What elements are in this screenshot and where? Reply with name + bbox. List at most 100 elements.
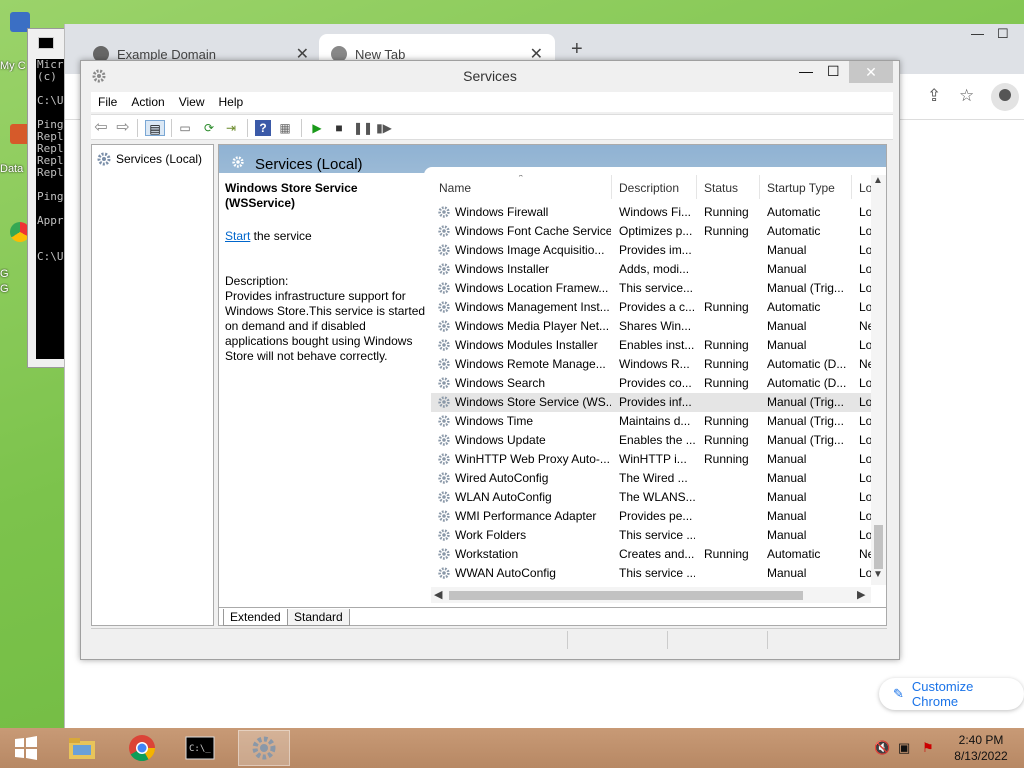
- cell-startup: Manual: [767, 509, 807, 523]
- cell-status: Running: [704, 452, 749, 466]
- cell-description: Provides a c...: [619, 300, 695, 314]
- table-row[interactable]: Wired AutoConfig The Wired ... Manual Lo: [431, 469, 871, 488]
- network-icon[interactable]: ▣: [898, 740, 910, 756]
- table-row[interactable]: Windows Installer Adds, modi... Manual Lo: [431, 260, 871, 279]
- tree-item-services-local[interactable]: Services (Local): [96, 151, 202, 167]
- horizontal-scrollbar[interactable]: ◀ ▶: [431, 587, 871, 603]
- cell-name: Windows Font Cache Service: [455, 224, 611, 238]
- start-service-link[interactable]: Start: [225, 229, 250, 243]
- scroll-thumb[interactable]: [449, 591, 803, 600]
- maximize-icon[interactable]: ☐: [827, 63, 840, 80]
- table-row[interactable]: Windows Media Player Net... Shares Win...…: [431, 317, 871, 336]
- volume-muted-icon[interactable]: 🔇: [874, 740, 890, 756]
- cmd-window[interactable]: Micr (c) C:\U Ping Repl Repl Repl Repl Ping Appr C…: [27, 28, 68, 368]
- clock-time: 2:40 PM: [958, 733, 1004, 747]
- minimize-icon[interactable]: —: [971, 26, 984, 41]
- table-row[interactable]: Windows Image Acquisitio... Provides im..…: [431, 241, 871, 260]
- menu-file[interactable]: File: [98, 95, 117, 109]
- new-tab-button[interactable]: +: [571, 38, 583, 61]
- cell-startup: Manual (Trig...: [767, 414, 844, 428]
- minimize-icon[interactable]: —: [799, 63, 813, 79]
- cell-name: Wired AutoConfig: [455, 471, 549, 485]
- start-service-icon[interactable]: ▶: [309, 120, 325, 136]
- back-arrow-icon[interactable]: ⇦: [93, 120, 109, 136]
- table-row[interactable]: Windows Search Provides co... Running Autom…: [431, 374, 871, 393]
- scroll-down-icon[interactable]: ▼: [873, 569, 883, 580]
- table-row[interactable]: Windows Management Inst... Provides a c..…: [431, 298, 871, 317]
- refresh-icon[interactable]: ⟳: [201, 120, 217, 136]
- share-icon[interactable]: ⇪: [927, 86, 941, 106]
- column-header-description[interactable]: Description: [619, 181, 679, 195]
- scroll-up-icon[interactable]: ▲: [873, 175, 883, 186]
- cell-status: Running: [704, 338, 749, 352]
- table-row[interactable]: WinHTTP Web Proxy Auto-... WinHTTP i... Ru…: [431, 450, 871, 469]
- chrome-taskbar-item[interactable]: [116, 730, 168, 766]
- gear-icon: [437, 281, 451, 295]
- column-header-startup-type[interactable]: Startup Type: [767, 181, 835, 195]
- customize-chrome-button[interactable]: ✎ Customize Chrome: [879, 678, 1024, 710]
- export-list-icon[interactable]: ⇥: [223, 120, 239, 136]
- scroll-thumb[interactable]: [874, 525, 883, 569]
- column-header-status[interactable]: Status: [704, 181, 738, 195]
- table-row[interactable]: Windows Remote Manage... Windows R... Runn…: [431, 355, 871, 374]
- properties-icon[interactable]: ▭: [177, 120, 193, 136]
- system-clock[interactable]: 2:40 PM 8/13/2022: [950, 732, 1012, 764]
- menu-action[interactable]: Action: [131, 95, 164, 109]
- cmd-taskbar-item[interactable]: C:\_: [174, 730, 226, 766]
- tab-extended[interactable]: Extended: [223, 609, 288, 626]
- menu-help[interactable]: Help: [219, 95, 244, 109]
- table-row[interactable]: Work Folders This service ... Manual Lo: [431, 526, 871, 545]
- console-tree-icon[interactable]: ▤: [145, 120, 165, 136]
- cell-description: The WLANS...: [619, 490, 695, 504]
- file-explorer-taskbar-item[interactable]: [56, 730, 108, 766]
- gear-icon: [437, 395, 451, 409]
- cell-startup: Manual (Trig...: [767, 433, 844, 447]
- tab-standard[interactable]: Standard: [287, 609, 350, 626]
- description-text: Provides infrastructure support for Wind…: [225, 289, 426, 363]
- table-row[interactable]: Windows Store Service (WS... Provides inf…: [431, 393, 871, 412]
- gear-icon: [437, 433, 451, 447]
- menu-view[interactable]: View: [179, 95, 205, 109]
- table-row[interactable]: Windows Update Enables the ... Running Manu…: [431, 431, 871, 450]
- stop-service-icon[interactable]: ■: [331, 120, 347, 136]
- table-row[interactable]: Windows Font Cache Service Optimizes p...…: [431, 222, 871, 241]
- scroll-right-icon[interactable]: ▶: [857, 588, 865, 601]
- cell-startup: Manual: [767, 490, 807, 504]
- chrome-icon: [129, 735, 156, 762]
- bookmark-star-icon[interactable]: ☆: [959, 86, 974, 106]
- cell-name: WWAN AutoConfig: [455, 566, 556, 580]
- cell-startup: Automatic: [767, 205, 821, 219]
- start-button[interactable]: [0, 730, 52, 766]
- table-row[interactable]: Windows Firewall Windows Fi... Running Auto…: [431, 203, 871, 222]
- maximize-icon[interactable]: ☐: [997, 26, 1009, 42]
- table-row[interactable]: WMI Performance Adapter Provides pe... Man…: [431, 507, 871, 526]
- services-pane: Services (Local) Windows Store Service (…: [218, 144, 887, 626]
- cell-logon: Lo: [859, 262, 871, 276]
- scroll-left-icon[interactable]: ◀: [434, 588, 442, 601]
- gear-icon: [437, 338, 451, 352]
- column-header-name[interactable]: Name: [439, 181, 471, 195]
- cell-description: This service ...: [619, 528, 695, 542]
- table-row[interactable]: Windows Location Framew... This service..…: [431, 279, 871, 298]
- profile-avatar[interactable]: [991, 83, 1019, 111]
- show-hide-icon[interactable]: ▦: [277, 120, 293, 136]
- table-row[interactable]: Windows Time Maintains d... Running Manual …: [431, 412, 871, 431]
- vertical-scrollbar[interactable]: ▲ ▼: [871, 175, 886, 585]
- table-row[interactable]: Workstation Creates and... Running Automati…: [431, 545, 871, 564]
- action-center-icon[interactable]: ⚑: [922, 740, 934, 756]
- cell-logon: Lo: [859, 224, 871, 238]
- table-row[interactable]: Windows Modules Installer Enables inst...…: [431, 336, 871, 355]
- forward-arrow-icon[interactable]: ⇨: [115, 120, 131, 136]
- cell-startup: Automatic: [767, 300, 821, 314]
- restart-service-icon[interactable]: ▮▶: [376, 120, 392, 136]
- table-row[interactable]: WLAN AutoConfig The WLANS... Manual Lo: [431, 488, 871, 507]
- pause-service-icon[interactable]: ❚❚: [353, 120, 373, 136]
- cell-name: Windows Media Player Net...: [455, 319, 610, 333]
- cell-description: Windows Fi...: [619, 205, 692, 219]
- services-taskbar-item[interactable]: [238, 730, 290, 766]
- gear-icon: [437, 357, 451, 371]
- help-icon[interactable]: ?: [255, 120, 271, 136]
- windows-logo-icon: [15, 736, 37, 760]
- close-button[interactable]: ✕: [849, 61, 893, 83]
- table-row[interactable]: WWAN AutoConfig This service ... Manual Lo: [431, 564, 871, 583]
